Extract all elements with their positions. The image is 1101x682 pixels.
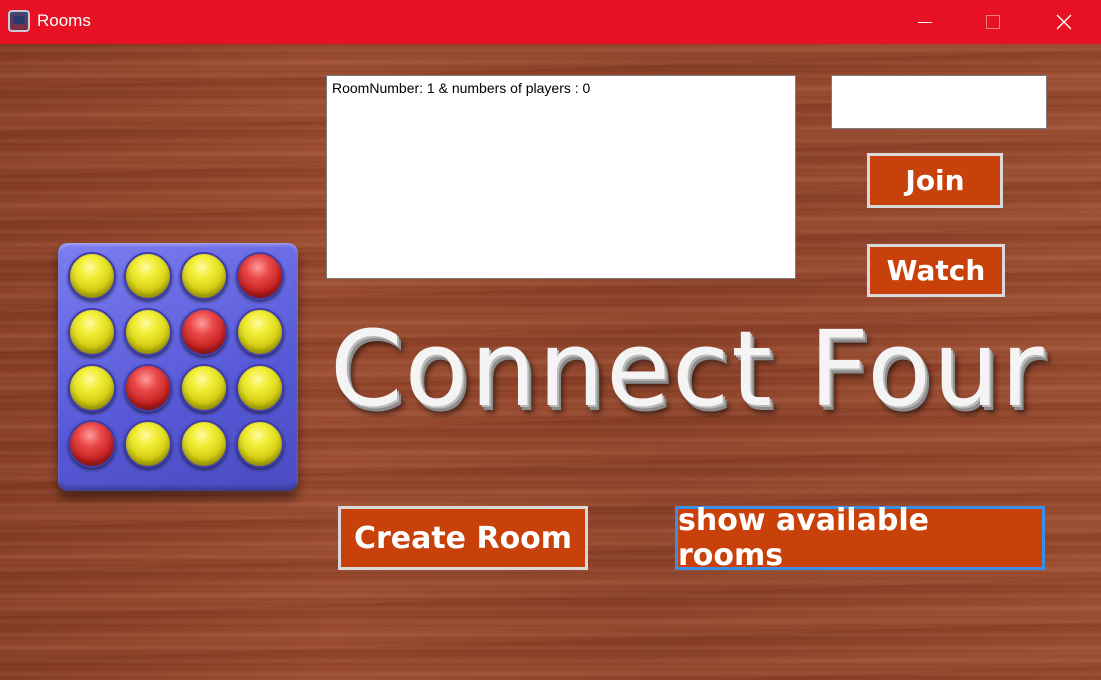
- minimize-button[interactable]: [902, 0, 948, 44]
- join-button[interactable]: Join: [867, 153, 1003, 208]
- maximize-icon: [986, 15, 1000, 29]
- create-room-button[interactable]: Create Room: [338, 506, 588, 570]
- yellow-disc: [236, 364, 284, 412]
- title-bar: Rooms: [0, 0, 1101, 44]
- red-disc: [68, 420, 116, 468]
- list-item[interactable]: RoomNumber: 1 & numbers of players : 0: [332, 80, 790, 96]
- yellow-disc: [68, 252, 116, 300]
- yellow-disc: [68, 308, 116, 356]
- close-button[interactable]: [1041, 0, 1087, 44]
- show-available-rooms-button[interactable]: show available rooms: [675, 503, 1045, 573]
- close-icon: [1056, 14, 1072, 30]
- yellow-disc: [68, 364, 116, 412]
- yellow-disc: [180, 252, 228, 300]
- watch-button[interactable]: Watch: [867, 244, 1005, 297]
- red-disc: [180, 308, 228, 356]
- yellow-disc: [180, 420, 228, 468]
- game-title: Connect Four: [330, 308, 1046, 430]
- yellow-disc: [236, 308, 284, 356]
- yellow-disc: [236, 420, 284, 468]
- maximize-button[interactable]: [970, 0, 1016, 44]
- yellow-disc: [180, 364, 228, 412]
- room-number-input[interactable]: [831, 75, 1047, 129]
- window-title: Rooms: [37, 11, 91, 30]
- rooms-listbox[interactable]: RoomNumber: 1 & numbers of players : 0: [326, 75, 796, 279]
- yellow-disc: [124, 308, 172, 356]
- app-icon: [8, 10, 30, 32]
- yellow-disc: [124, 252, 172, 300]
- minimize-icon: [918, 21, 932, 23]
- connect-four-logo-board: [58, 243, 298, 491]
- red-disc: [124, 364, 172, 412]
- yellow-disc: [124, 420, 172, 468]
- red-disc: [236, 252, 284, 300]
